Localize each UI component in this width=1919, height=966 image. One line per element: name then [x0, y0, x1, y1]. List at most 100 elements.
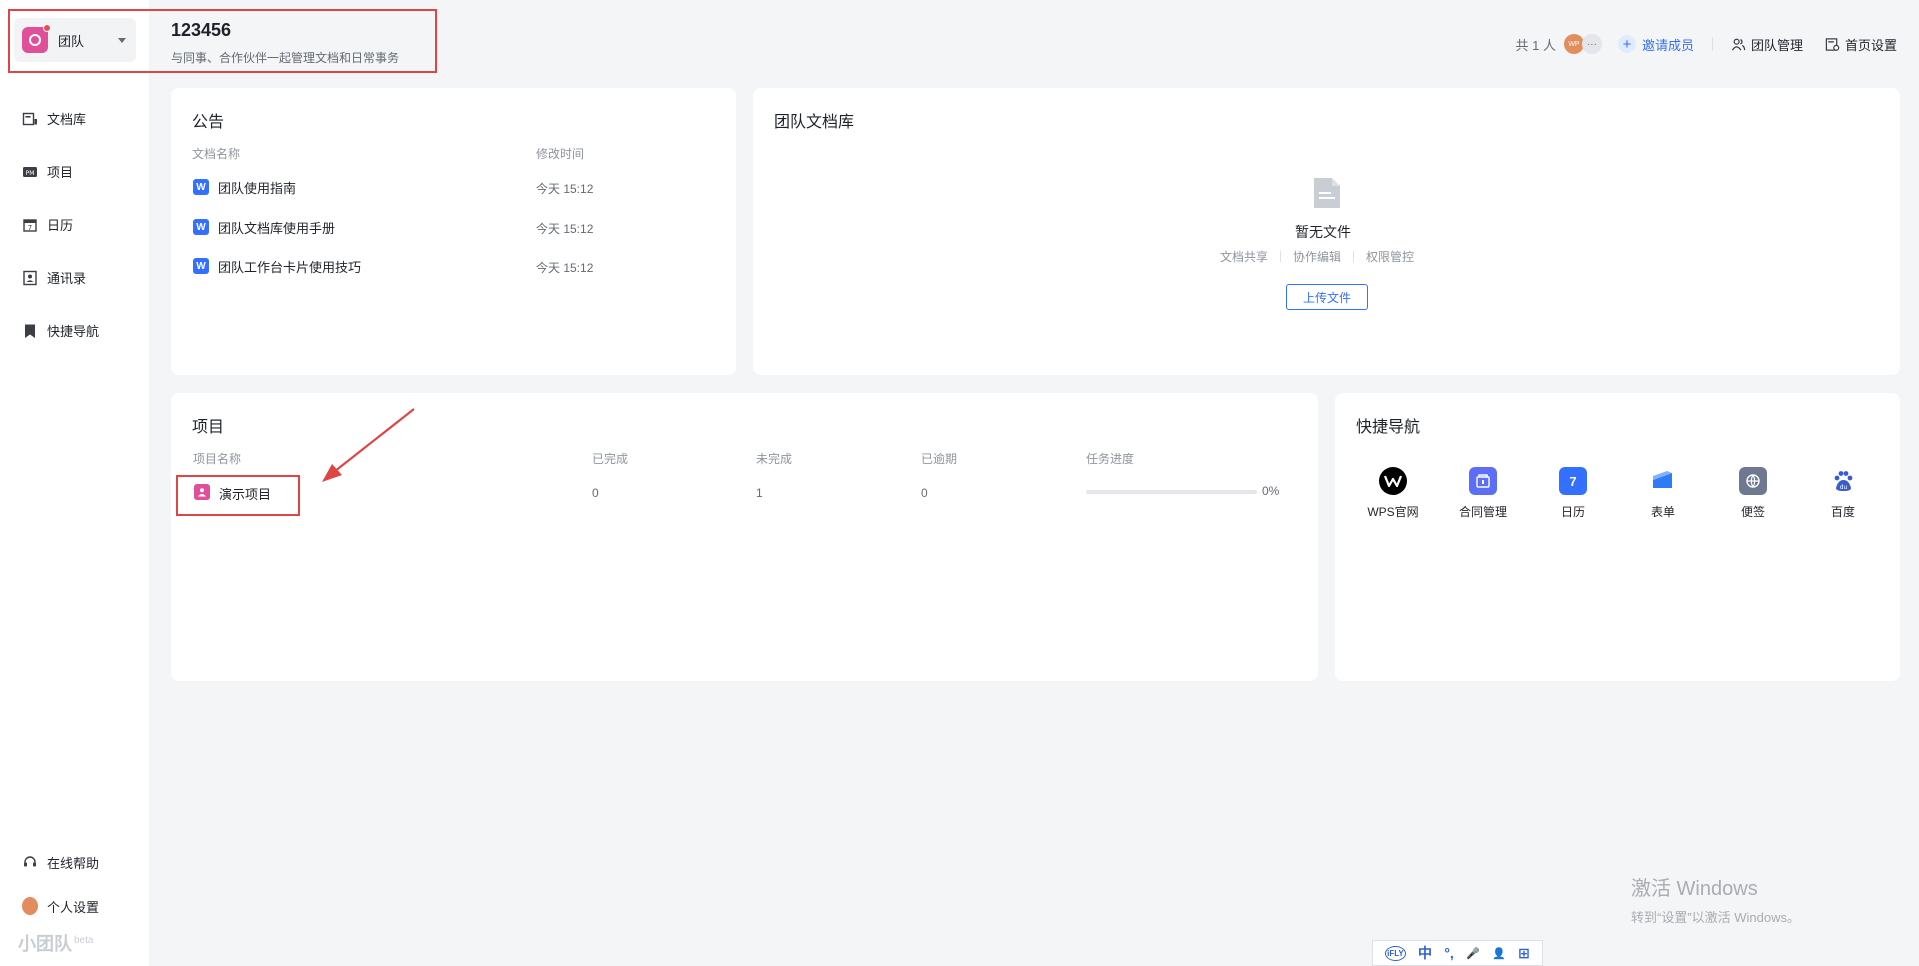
- sidebar-item-settings[interactable]: 个人设置: [0, 884, 149, 928]
- form-icon: [1649, 467, 1677, 495]
- sidebar-item-contacts[interactable]: 通讯录: [0, 251, 149, 304]
- sidebar-item-help[interactable]: 在线帮助: [0, 840, 149, 884]
- microphone-icon[interactable]: 🎤: [1466, 947, 1480, 960]
- empty-file-icon: [1314, 178, 1340, 208]
- project-icon: [194, 484, 210, 500]
- avatar-icon: [22, 897, 38, 915]
- undone-count: 1: [756, 486, 763, 500]
- svg-text:7: 7: [28, 224, 32, 232]
- svg-text:du: du: [1840, 484, 1848, 491]
- quick-nav-label: 日历: [1560, 505, 1585, 519]
- page-subtitle: 与同事、合作伙伴一起管理文档和日常事务: [171, 51, 400, 65]
- quick-nav-item[interactable]: 表单: [1623, 467, 1703, 520]
- quick-nav-label: WPS官网: [1367, 505, 1419, 519]
- sidebar-item-label: 在线帮助: [47, 855, 100, 871]
- settings-icon: [1825, 37, 1840, 51]
- quick-nav-label: 表单: [1650, 505, 1675, 519]
- doc-time: 今天 15:12: [536, 261, 594, 275]
- word-doc-icon: W: [193, 258, 209, 274]
- notification-dot: [43, 24, 51, 32]
- doc-time: 今天 15:12: [536, 222, 594, 236]
- note-icon: [1739, 467, 1767, 495]
- sidebar-item-quick-nav[interactable]: 快捷导航: [0, 304, 149, 357]
- project-name[interactable]: 演示项目: [219, 484, 271, 503]
- home-settings-label: 首页设置: [1844, 37, 1897, 53]
- team-manage-label: 团队管理: [1750, 37, 1803, 53]
- doc-name[interactable]: 团队文档库使用手册: [218, 218, 335, 237]
- more-members-icon[interactable]: ···: [1581, 34, 1602, 54]
- team-manage-button[interactable]: 团队管理: [1731, 35, 1803, 54]
- header-actions: 共 1 人 WP ··· + 邀请成员 团队管理 首页设置: [1515, 32, 1897, 56]
- sidebar-item-calendar[interactable]: 7 日历: [0, 198, 149, 251]
- contract-icon: [1469, 467, 1497, 495]
- page-title: 123456: [171, 20, 232, 40]
- column-header-time: 修改时间: [536, 147, 585, 161]
- calendar-glyph: 7: [1569, 473, 1577, 489]
- sidebar-item-label: 日历: [47, 218, 74, 233]
- calendar-icon: 7: [22, 217, 38, 233]
- team-library-card: 团队文档库 暂无文件 文档共享 协作编辑 权限管控 上传文件: [753, 88, 1900, 375]
- doc-name[interactable]: 团队工作台卡片使用技巧: [218, 257, 361, 276]
- column-header-overdue: 已逾期: [921, 452, 958, 466]
- annotation-arrow-icon: [322, 408, 415, 482]
- ime-toolbar[interactable]: iFLY 中 °, 🎤 👤 ⊞: [1372, 940, 1543, 966]
- sidebar-item-doc-library[interactable]: 文档库: [0, 92, 149, 145]
- feature-tag: 文档共享: [1220, 250, 1269, 264]
- quick-nav-label: 合同管理: [1458, 505, 1507, 519]
- sidebar-bottom: 在线帮助 个人设置: [0, 840, 149, 928]
- sidebar: 团队 文档库 PM 项目 7 日历 通讯录 快捷导航 在线帮助 个人设置 小团队…: [0, 0, 149, 966]
- quick-nav-item[interactable]: 便签: [1713, 467, 1793, 520]
- home-settings-button[interactable]: 首页设置: [1825, 35, 1897, 54]
- ime-punctuation-icon[interactable]: °,: [1444, 945, 1454, 961]
- quick-nav-card: 快捷导航 WPS官网 合同管理 7 日历 表单 便签 du 百度: [1335, 393, 1900, 681]
- sidebar-item-projects[interactable]: PM 项目: [0, 145, 149, 198]
- doc-name[interactable]: 团队使用指南: [218, 178, 296, 197]
- brand-tag: beta: [74, 935, 94, 946]
- sidebar-item-label: 通讯录: [47, 271, 87, 286]
- plus-icon: +: [1617, 35, 1636, 53]
- bookmark-icon: [22, 323, 38, 339]
- quick-nav-item[interactable]: 7 日历: [1533, 467, 1613, 520]
- done-count: 0: [592, 486, 599, 500]
- ime-logo-icon[interactable]: iFLY: [1385, 945, 1406, 961]
- progress-label: 0%: [1262, 484, 1280, 498]
- brand-logo: 小团队 beta: [18, 930, 93, 956]
- invite-label: 邀请成员: [1641, 37, 1694, 53]
- sidebar-item-label: 项目: [47, 165, 74, 180]
- watermark-line1: 激活 Windows: [1631, 878, 1758, 900]
- progress-bar: [1086, 490, 1257, 494]
- card-title: 公告: [192, 114, 225, 131]
- feature-tags: 文档共享 协作编辑 权限管控: [1220, 248, 1414, 265]
- pm-icon: PM: [22, 164, 38, 180]
- invite-member-button[interactable]: + 邀请成员: [1617, 35, 1694, 54]
- quick-nav-item[interactable]: du 百度: [1803, 467, 1883, 520]
- column-header-progress: 任务进度: [1086, 452, 1135, 466]
- feature-tag: 权限管控: [1366, 250, 1415, 264]
- baidu-icon: du: [1829, 467, 1857, 495]
- sidebar-item-label: 快捷导航: [47, 324, 100, 339]
- column-header-name: 项目名称: [193, 452, 242, 466]
- team-icon: [1731, 38, 1746, 50]
- overdue-count: 0: [921, 486, 928, 500]
- doc-library-icon: [22, 111, 38, 127]
- divider: [1711, 37, 1713, 51]
- upload-file-button[interactable]: 上传文件: [1286, 284, 1368, 310]
- avatar[interactable]: WP: [1563, 34, 1584, 54]
- wps-icon: [1379, 467, 1407, 495]
- quick-nav-label: 百度: [1830, 505, 1855, 519]
- quick-nav-item[interactable]: WPS官网: [1353, 467, 1433, 520]
- quick-nav-item[interactable]: 合同管理: [1443, 467, 1523, 520]
- svg-text:PM: PM: [26, 170, 35, 177]
- sidebar-item-label: 个人设置: [47, 899, 100, 915]
- sidebar-item-label: 文档库: [47, 112, 87, 127]
- user-icon[interactable]: 👤: [1492, 947, 1506, 960]
- quick-nav-label: 便签: [1740, 505, 1765, 519]
- card-title: 团队文档库: [774, 114, 855, 131]
- team-logo-icon: [22, 24, 51, 53]
- headset-icon: [22, 854, 38, 870]
- card-title: 快捷导航: [1356, 419, 1421, 436]
- ime-language-toggle[interactable]: 中: [1418, 943, 1432, 963]
- empty-title: 暂无文件: [1295, 224, 1351, 240]
- team-switcher[interactable]: 团队: [14, 18, 136, 62]
- grid-icon[interactable]: ⊞: [1518, 945, 1530, 962]
